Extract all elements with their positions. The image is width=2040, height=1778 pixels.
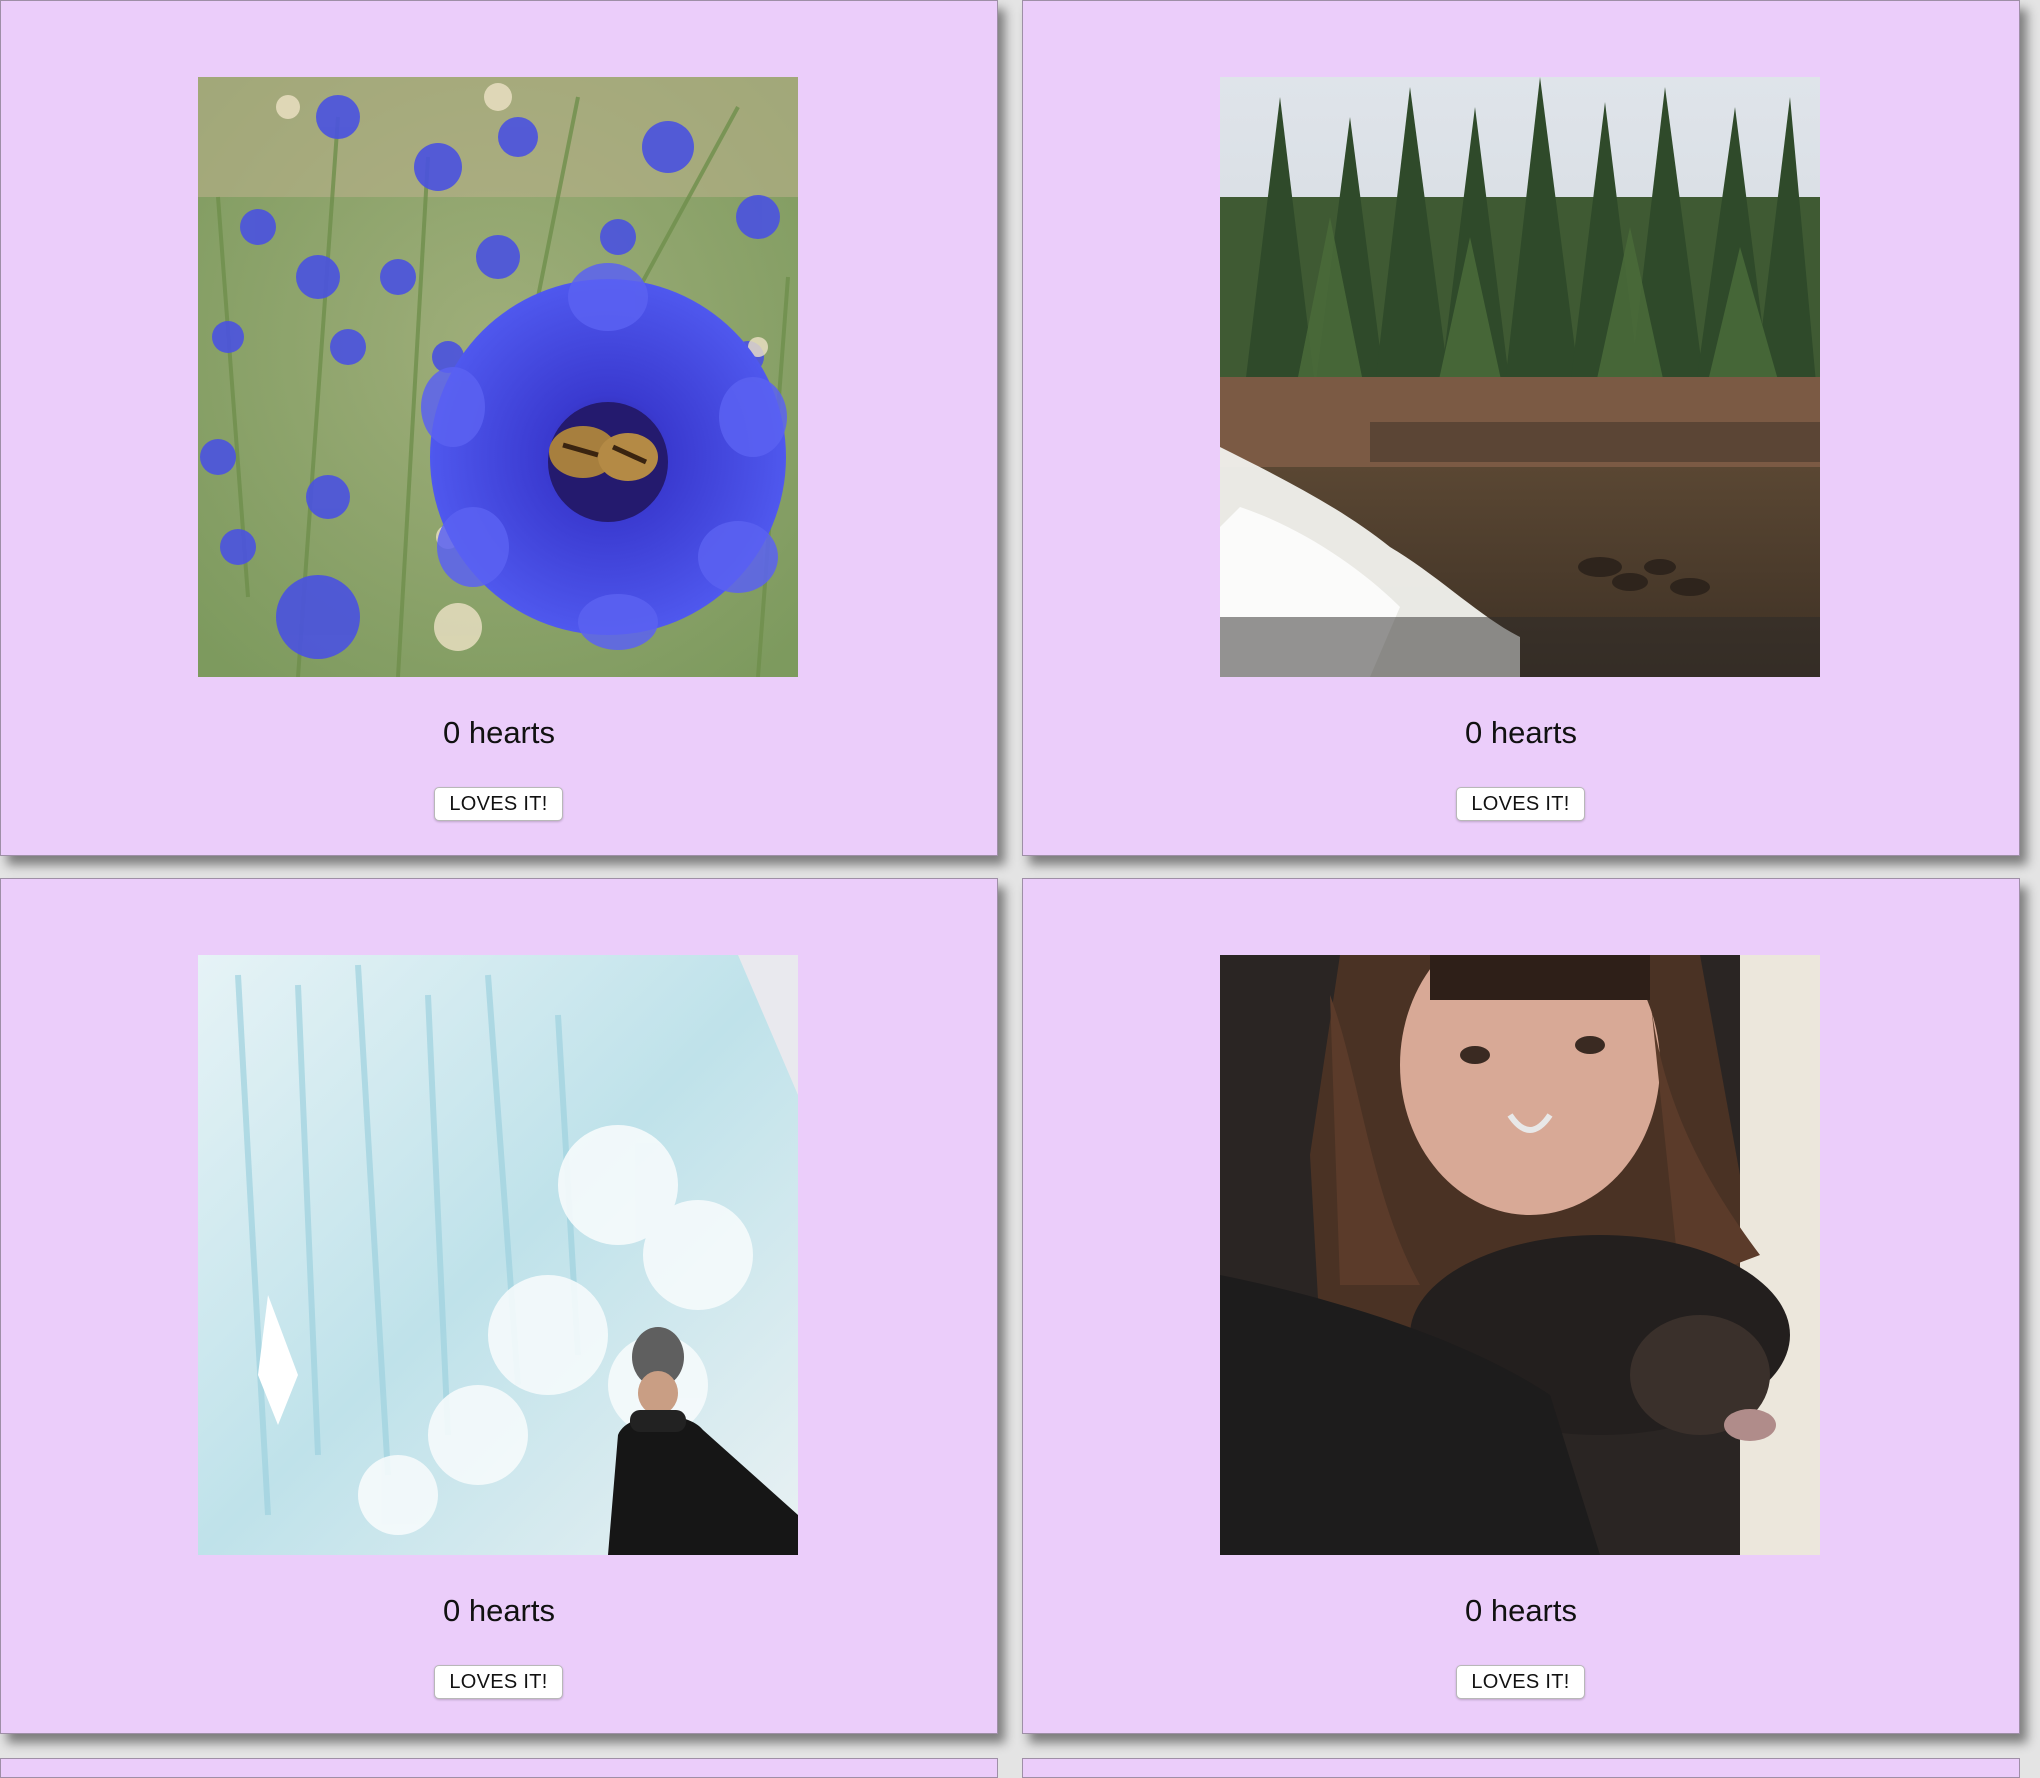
hearts-count: 0 hearts <box>1464 715 1577 750</box>
loves-it-button[interactable]: LOVES IT! <box>1456 787 1585 821</box>
loves-it-button[interactable]: LOVES IT! <box>434 1665 563 1699</box>
hearts-count: 0 hearts <box>442 1593 555 1628</box>
waterfall-forest-photo <box>1220 77 1820 677</box>
hearts-count: 0 hearts <box>1464 1593 1577 1628</box>
photo-card-partial <box>0 1758 998 1778</box>
photo-card: 0 hearts LOVES IT! <box>1022 878 2020 1734</box>
photo-card-partial <box>1022 1758 2020 1778</box>
flower-bee-photo <box>198 77 798 677</box>
loves-it-button[interactable]: LOVES IT! <box>434 787 563 821</box>
person-with-cat-photo <box>1220 955 1820 1555</box>
loves-it-button[interactable]: LOVES IT! <box>1456 1665 1585 1699</box>
hearts-count: 0 hearts <box>442 715 555 750</box>
photo-card: 0 hearts LOVES IT! <box>1022 0 2020 856</box>
ice-castle-person-photo <box>198 955 798 1555</box>
photo-card: 0 hearts LOVES IT! <box>0 878 998 1734</box>
photo-card: 0 hearts LOVES IT! <box>0 0 998 856</box>
